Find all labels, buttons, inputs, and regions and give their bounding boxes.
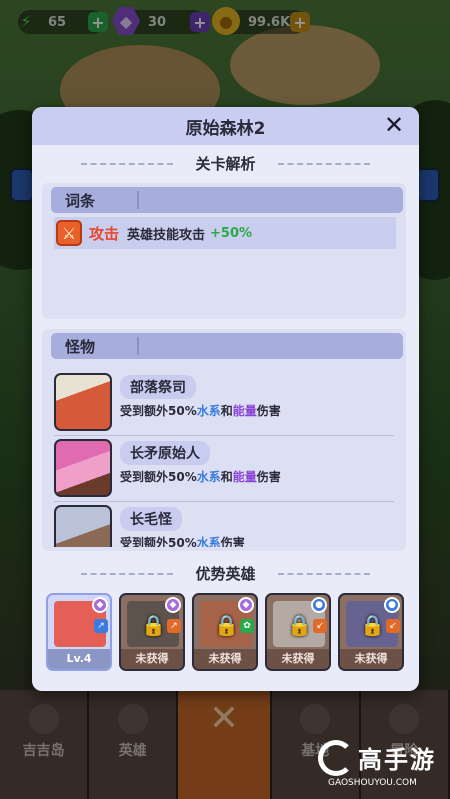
lock-icon: 🔒 bbox=[141, 613, 166, 637]
monster-panel-header: 怪物 bbox=[51, 333, 403, 359]
hero-card[interactable]: ◆ ↗ Lv.4 bbox=[46, 593, 112, 671]
monster-item[interactable]: 长毛怪 受到额外50%水系伤害 bbox=[54, 505, 394, 547]
hero-footer: 未获得 bbox=[121, 649, 183, 669]
element-badge-icon: ◆ bbox=[165, 597, 181, 613]
role-icon: ↗ bbox=[94, 619, 108, 633]
heroes-title-text: 优势英雄 bbox=[195, 565, 256, 583]
sword-icon: ⚔ bbox=[56, 220, 82, 246]
role-icon: ✿ bbox=[240, 619, 254, 633]
analysis-title-text: 关卡解析 bbox=[195, 155, 256, 173]
desc-water: 水系 bbox=[196, 470, 221, 484]
role-icon: ↙ bbox=[313, 619, 327, 633]
monster-avatar bbox=[54, 505, 112, 547]
monster-item[interactable]: 长矛原始人 受到额外50%水系和能量伤害 bbox=[54, 439, 394, 503]
desc-prefix: 受到额外50% bbox=[120, 404, 197, 418]
monster-panel: 怪物 部落祭司 受到额外50%水系和能量伤害 长矛原始人 受到额外50%水系和能… bbox=[42, 329, 406, 551]
role-icon: ↗ bbox=[167, 619, 181, 633]
hero-footer: 未获得 bbox=[194, 649, 256, 669]
monster-name: 长毛怪 bbox=[120, 507, 182, 531]
dialog-title: 原始森林2 bbox=[185, 118, 266, 139]
dialog-header: 原始森林2 ✕ bbox=[32, 107, 419, 145]
desc-water: 水系 bbox=[196, 536, 221, 547]
hero-footer: 未获得 bbox=[340, 649, 402, 669]
watermark-text: 高手游 bbox=[358, 746, 436, 774]
lock-icon: 🔒 bbox=[287, 613, 312, 637]
affix-entry-description: 英雄技能攻击 bbox=[127, 227, 206, 243]
lock-icon: 🔒 bbox=[214, 613, 239, 637]
divider bbox=[81, 572, 174, 575]
affix-entry-name: 攻击 bbox=[89, 224, 120, 243]
monster-header-text: 怪物 bbox=[65, 337, 96, 356]
monster-name: 部落祭司 bbox=[120, 375, 196, 399]
close-button[interactable]: ✕ bbox=[383, 113, 405, 137]
hero-card[interactable]: ● ↙ 🔒 未获得 bbox=[265, 593, 331, 671]
desc-and: 和 bbox=[220, 404, 233, 418]
site-watermark: 高手游 GAOSHOUYOU.COM bbox=[318, 738, 448, 794]
desc-energy: 能量 bbox=[232, 470, 257, 484]
monster-list[interactable]: 部落祭司 受到额外50%水系和能量伤害 长矛原始人 受到额外50%水系和能量伤害… bbox=[42, 363, 406, 547]
desc-and: 和 bbox=[220, 470, 233, 484]
header-separator bbox=[137, 337, 139, 355]
affix-header-text: 词条 bbox=[65, 191, 96, 210]
lock-icon: 🔒 bbox=[360, 613, 385, 637]
divider bbox=[54, 435, 394, 436]
desc-water: 水系 bbox=[196, 404, 221, 418]
desc-suffix: 伤害 bbox=[256, 470, 281, 484]
hero-card[interactable]: ● ↙ 🔒 未获得 bbox=[338, 593, 404, 671]
divider bbox=[54, 501, 394, 502]
hero-footer: 未获得 bbox=[267, 649, 329, 669]
analysis-section-title: 关卡解析 bbox=[32, 153, 419, 174]
monster-name: 长矛原始人 bbox=[120, 441, 210, 465]
monster-description: 受到额外50%水系和能量伤害 bbox=[120, 468, 281, 485]
desc-suffix: 伤害 bbox=[256, 404, 281, 418]
element-badge-icon: ● bbox=[384, 597, 400, 613]
divider bbox=[277, 162, 370, 165]
element-badge-icon: ◆ bbox=[92, 597, 108, 613]
affix-panel: 词条 ⚔ 攻击 英雄技能攻击 +50% bbox=[42, 183, 406, 319]
desc-prefix: 受到额外50% bbox=[120, 536, 197, 547]
affix-entry-bonus: +50% bbox=[210, 225, 253, 241]
heroes-section-title: 优势英雄 bbox=[32, 563, 419, 584]
element-badge-icon: ● bbox=[311, 597, 327, 613]
monster-avatar bbox=[54, 439, 112, 497]
affix-entry: ⚔ 攻击 英雄技能攻击 +50% bbox=[54, 217, 396, 249]
affix-panel-header: 词条 bbox=[51, 187, 403, 213]
desc-suffix: 伤害 bbox=[220, 536, 245, 547]
hero-footer: Lv.4 bbox=[48, 649, 110, 669]
monster-avatar bbox=[54, 373, 112, 431]
divider bbox=[277, 572, 370, 575]
advantage-heroes-list: ◆ ↗ Lv.4 ◆ ↗ 🔒 未获得 ◆ ✿ 🔒 未获得 ● ↙ 🔒 未获得 ●… bbox=[46, 593, 406, 673]
role-icon: ↙ bbox=[386, 619, 400, 633]
desc-prefix: 受到额外50% bbox=[120, 470, 197, 484]
desc-energy: 能量 bbox=[232, 404, 257, 418]
header-separator bbox=[137, 191, 139, 209]
divider bbox=[81, 162, 174, 165]
element-badge-icon: ◆ bbox=[238, 597, 254, 613]
hero-card[interactable]: ◆ ✿ 🔒 未获得 bbox=[192, 593, 258, 671]
monster-item[interactable]: 部落祭司 受到额外50%水系和能量伤害 bbox=[54, 373, 394, 437]
monster-description: 受到额外50%水系和能量伤害 bbox=[120, 402, 281, 419]
monster-description: 受到额外50%水系伤害 bbox=[120, 534, 245, 547]
watermark-logo-icon bbox=[318, 740, 354, 776]
hero-card[interactable]: ◆ ↗ 🔒 未获得 bbox=[119, 593, 185, 671]
level-info-dialog: 原始森林2 ✕ 关卡解析 词条 ⚔ 攻击 英雄技能攻击 +50% 怪物 部落祭司 bbox=[32, 107, 419, 691]
watermark-url: GAOSHOUYOU.COM bbox=[328, 778, 417, 788]
